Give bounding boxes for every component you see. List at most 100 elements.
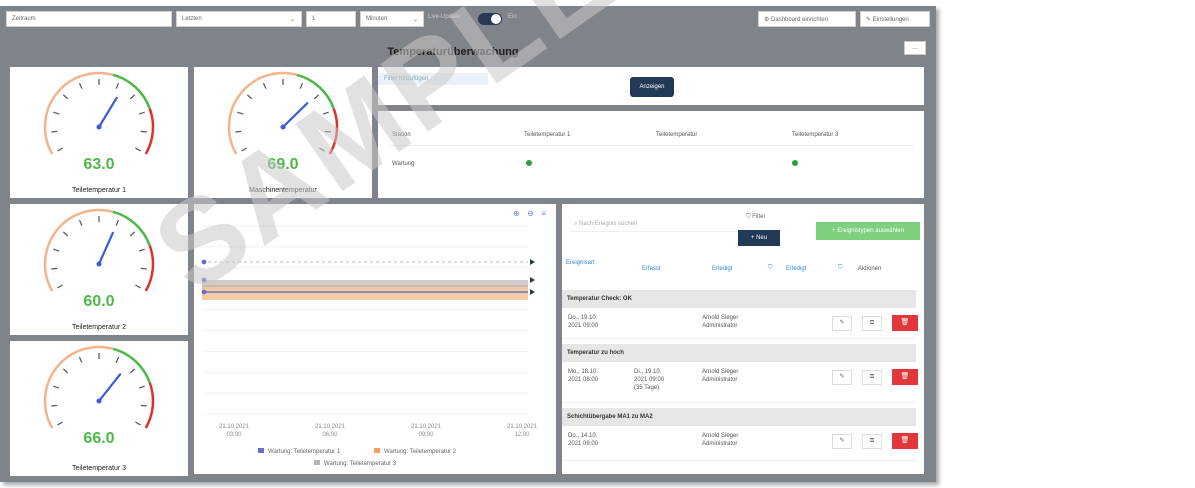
title-bar: Temperaturüberwachung ... [4,36,932,66]
gauge-tick [115,219,120,226]
event-search-input[interactable]: ⌕ Nach Ereignis suchen [570,218,736,232]
delete-button[interactable]: 🗑 [892,369,918,385]
gauge-tick [53,111,60,115]
delete-button[interactable]: 🗑 [892,433,918,449]
dashboard-setup-button[interactable]: ⚙ Dashboard einrichten [758,11,856,27]
gauge-dial: 63.0 [43,71,155,173]
gauge-hub [280,124,286,130]
column-header: Teiletemperatur 1 [524,132,571,138]
gauge-tick [324,130,331,133]
time-amount-field[interactable]: 1 [306,11,356,27]
search-placeholder: Nach Ereignis suchen [579,221,638,227]
gauge-tick [78,356,83,363]
series-marker [201,259,207,265]
gauge-dial: 60.0 [43,208,155,310]
event-date: Mo., 18.10. 2021 08:00 [568,369,599,383]
series-band-2 [202,288,528,300]
settings-button[interactable]: ✎ Einstellungen [860,11,930,27]
gauge-teiletemperatur-2: 60.0 Teiletemperatur 2 [10,204,188,335]
gauge-tick [129,368,136,374]
gauge-band-low [43,71,114,155]
gauge-tick [78,82,83,89]
event-user: Arnold Sieger Administrator [702,369,739,383]
event-filter-button[interactable]: ⛉ Filter [746,214,766,221]
edit-icon[interactable]: ✎ [832,316,852,331]
pencil-icon: ✎ [866,17,873,23]
series-marker [201,277,207,283]
gauge-tick [262,82,267,89]
copy-icon[interactable]: ⧉ [862,316,882,331]
edit-icon[interactable]: ✎ [832,434,852,449]
settings-label: Einstellungen [872,17,909,23]
gauge-hub [96,398,102,404]
time-mode-select[interactable]: Letzten ⌄ [176,11,302,27]
column-header-recorded[interactable]: Erfasst [642,266,661,272]
column-header: Teiletemperatur 3 [792,132,839,138]
live-update-toggle[interactable] [478,13,502,25]
gauge-dial: 66.0 [43,345,155,447]
apply-filter-button[interactable]: Anzeigen [630,77,674,97]
time-range-field[interactable]: Zeitraum [6,11,172,27]
gauge-band-low [43,345,114,429]
series-end-marker [530,259,535,265]
x-tick-label: 03:00 [226,432,242,438]
edit-icon[interactable]: ✎ [832,370,852,385]
copy-icon[interactable]: ⧉ [862,434,882,449]
gauge-tick [237,111,244,115]
gauge-band-high [144,245,155,292]
page-title: Temperaturüberwachung [387,46,519,58]
live-update-suffix: Ein [508,14,517,20]
chevron-down-icon: ⌄ [289,17,295,23]
filter-icon[interactable]: ⛉ [838,265,843,272]
legend-swatch [374,448,380,453]
add-event-type-button[interactable]: + Ereignistypen auswählen [816,222,920,240]
gauge-band-ok [112,210,151,246]
gauge-tick [135,421,141,426]
legend-entry: Wartung: Teiletemperatur 3 [324,461,397,467]
more-button[interactable]: ... [904,41,926,55]
new-event-button[interactable]: + Neu [738,230,780,246]
gauge-needle [97,96,118,129]
gauge-dial: 69.0 [227,71,339,173]
chevron-down-icon: ⌄ [412,17,418,23]
column-header-type[interactable]: Ereignisart [566,260,595,266]
gauge-tick [241,147,247,152]
gauge-tick [51,130,58,133]
gauge-tick [57,421,63,426]
dashboard-setup-label: Dashboard einrichten [771,17,829,23]
gauge-hub [96,261,102,267]
gauge-tick [319,147,325,152]
event-user: Arnold Sieger Administrator [702,315,739,329]
gauge-label: Teiletemperatur 1 [71,187,127,194]
series-marker [201,289,207,295]
gauge-tick [246,94,253,100]
column-header-done-2[interactable]: Erledigt [786,266,806,272]
gauge-tick [62,231,69,237]
copy-icon[interactable]: ⧉ [862,370,882,385]
gauge-tick [135,147,141,152]
column-header: Station [392,132,411,138]
chart-plot: 21.10.2021 03:00 21.10.2021 06:00 21.10.2021… [201,225,538,467]
event-group-header[interactable]: Temperatur Check: OK [562,290,916,308]
gauge-band-high [144,108,155,155]
event-group-header[interactable]: Schichtübergabe MA1 zu MA2 [562,408,916,426]
gauge-band-low [227,71,298,155]
x-tick-label: 09:00 [418,432,434,438]
gauge-tick [140,267,147,270]
delete-button[interactable]: 🗑 [892,315,918,331]
column-header-done[interactable]: Erledigt [712,266,732,272]
gauge-needle [97,373,122,403]
filter-chip[interactable]: Filter hinzufügen [378,73,488,85]
gauge-tick [62,368,69,374]
gauge-tick [53,248,60,252]
x-tick-label: 21.10.2021 [507,424,538,430]
table-row-station: Wartung [392,161,415,167]
gauge-tick [57,147,63,152]
x-tick-label: 21.10.2021 [411,424,442,430]
time-unit-select[interactable]: Minuten ⌄ [360,11,424,27]
series-band-3 [202,280,528,288]
filter-icon[interactable]: ⛉ [768,265,773,272]
gauge-hub [96,124,102,130]
event-group-header[interactable]: Temperatur zu hoch [562,344,916,362]
status-table: Station Teiletemperatur 1 Teiletemperatu… [378,111,924,198]
